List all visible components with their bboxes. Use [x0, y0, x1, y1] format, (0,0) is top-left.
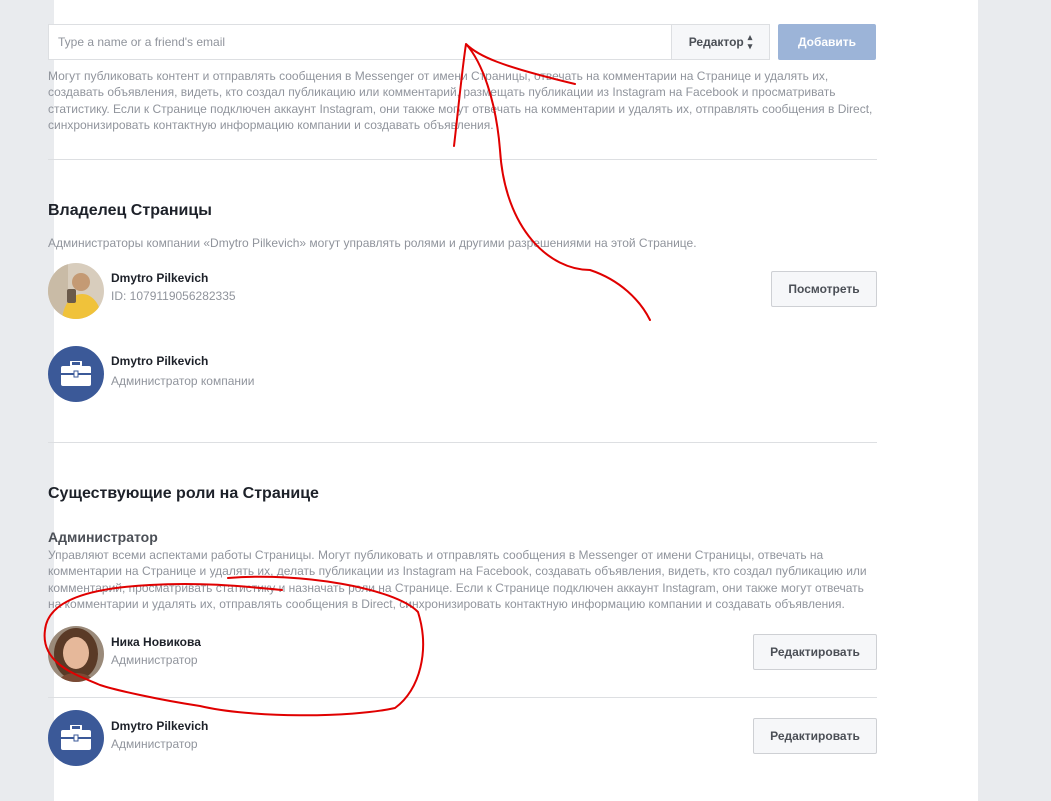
person-name[interactable]: Dmytro Pilkevich	[111, 354, 208, 368]
admin-person-row: Ника Новикова Администратор Редактироват…	[48, 626, 877, 682]
briefcase-icon	[61, 725, 91, 750]
existing-roles-title: Существующие роли на Странице	[48, 485, 319, 502]
person-name[interactable]: Ника Новикова	[111, 635, 201, 649]
person-role: Администратор	[111, 737, 198, 751]
page-owner-title: Владелец Страницы	[48, 202, 212, 219]
person-name[interactable]: Dmytro Pilkevich	[111, 719, 208, 733]
user-photo-icon	[48, 626, 104, 682]
owner-business-row: Dmytro Pilkevich Администратор компании	[48, 346, 877, 402]
divider	[48, 442, 877, 443]
person-role: Администратор компании	[111, 374, 255, 388]
sort-updown-icon: ▴ ▾	[747, 32, 753, 51]
divider	[48, 697, 877, 698]
edit-button[interactable]: Редактировать	[753, 718, 877, 754]
avatar[interactable]	[48, 626, 104, 682]
assign-role-row: Редактор ▴▾ Добавить	[48, 24, 877, 60]
edit-button[interactable]: Редактировать	[753, 634, 877, 670]
name-or-email-input[interactable]	[48, 24, 671, 60]
role-select-value: Редактор	[688, 35, 744, 49]
add-button[interactable]: Добавить	[778, 24, 876, 60]
avatar[interactable]	[48, 263, 104, 319]
person-name[interactable]: Dmytro Pilkevich	[111, 271, 208, 285]
owner-person-row: Dmytro Pilkevich ID: 1079119056282335 По…	[48, 263, 877, 319]
editor-role-description: Могут публиковать контент и отправлять с…	[48, 69, 873, 132]
page-owner-description: Администраторы компании «Dmytro Pilkevic…	[48, 236, 697, 250]
person-id: ID: 1079119056282335	[111, 289, 236, 303]
view-button[interactable]: Посмотреть	[771, 271, 877, 307]
user-photo-icon	[48, 263, 104, 319]
admin-business-row: Dmytro Pilkevich Администратор Редактиро…	[48, 710, 877, 766]
person-role: Администратор	[111, 653, 198, 667]
admin-role-description: Управляют всеми аспектами работы Страниц…	[48, 548, 867, 611]
divider	[48, 159, 877, 160]
briefcase-icon	[61, 361, 91, 386]
avatar	[48, 346, 104, 402]
role-select[interactable]: Редактор ▴ ▾	[671, 24, 770, 60]
avatar	[48, 710, 104, 766]
admin-role-title: Администратор	[48, 529, 158, 545]
